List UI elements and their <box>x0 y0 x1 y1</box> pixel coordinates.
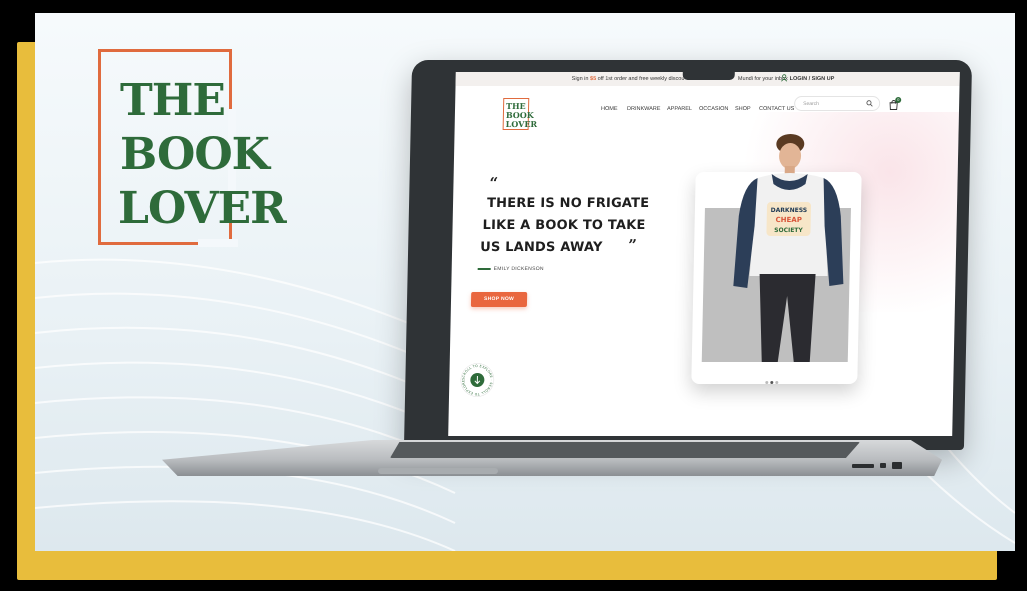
featured-product-card[interactable]: DARKNESS CHEAP SOCIETY <box>691 134 862 384</box>
hoodie-graphic-line-3: SOCIETY <box>774 227 803 234</box>
open-quote: “ <box>489 174 499 192</box>
author-dash <box>477 268 491 270</box>
brand-word-the: THE <box>120 75 226 126</box>
quote-author: EMILY DICKENSON <box>493 266 544 272</box>
laptop-port-usb <box>880 463 886 468</box>
carousel-dot-active[interactable] <box>770 381 774 384</box>
carousel-dot[interactable] <box>775 381 779 384</box>
laptop-keyboard <box>390 442 860 458</box>
model-hoodie-illustration: DARKNESS CHEAP SOCIETY <box>733 134 844 362</box>
trackpad-lip <box>378 468 498 474</box>
search-input[interactable]: Search <box>793 96 881 111</box>
login-signup-link[interactable]: LOGIN / SIGN UP <box>790 76 835 82</box>
carousel-dot[interactable] <box>765 381 769 384</box>
laptop-port-sd <box>852 464 874 468</box>
cart-count-badge: 0 <box>895 97 902 103</box>
brand-word-lover: LOVER <box>118 183 287 234</box>
search-icon[interactable] <box>866 100 873 107</box>
site-logo-book: BOOK <box>505 110 534 120</box>
hero-quote-line-3: US LANDS AWAY <box>479 240 603 255</box>
site-logo-lover: LOVER <box>505 119 538 129</box>
promo-suffix: off 1st order and free weekly discou <box>597 76 685 82</box>
brand-word-book: BOOK <box>120 129 270 180</box>
site-logo[interactable]: THE BOOK LOVER <box>502 98 537 132</box>
hero-quote-line-2: LIKE A BOOK TO TAKE <box>482 218 646 233</box>
laptop-screen: Sign in $5 off 1st order and free weekly… <box>448 72 960 436</box>
hero-quote-line-1: THERE IS NO FRIGATE <box>486 196 650 211</box>
site-logo-the: THE <box>505 101 526 111</box>
laptop-port-hdmi <box>892 462 902 469</box>
shop-now-button[interactable]: SHOP NOW <box>470 292 528 307</box>
nav-drinkware[interactable]: DRINKWARE <box>627 106 661 112</box>
brand-logo: THE BOOK LOVER <box>98 49 287 248</box>
scroll-to-explore-badge[interactable]: SCROLL TO EXPLORE · SCROLL TO EXPLORE · <box>459 362 496 398</box>
nav-apparel[interactable]: APPAREL <box>667 106 692 112</box>
close-quote: ” <box>628 236 638 254</box>
promo-highlight: $5 <box>589 76 597 82</box>
carousel-dots <box>765 371 780 389</box>
camera-notch <box>682 72 735 80</box>
nav-home[interactable]: HOME <box>601 106 618 112</box>
user-icon[interactable] <box>781 74 788 82</box>
promo-message: Sign in $5 off 1st order and free weekly… <box>572 76 788 82</box>
nav-occasion[interactable]: OCCASION <box>699 106 728 112</box>
product-photo[interactable]: DARKNESS CHEAP SOCIETY <box>701 134 851 362</box>
promo-prefix: Sign in <box>571 76 589 82</box>
search-placeholder: Search <box>803 101 820 107</box>
hoodie-graphic-line-2: CHEAP <box>775 216 801 224</box>
hoodie-graphic-line-1: DARKNESS <box>771 207 808 214</box>
